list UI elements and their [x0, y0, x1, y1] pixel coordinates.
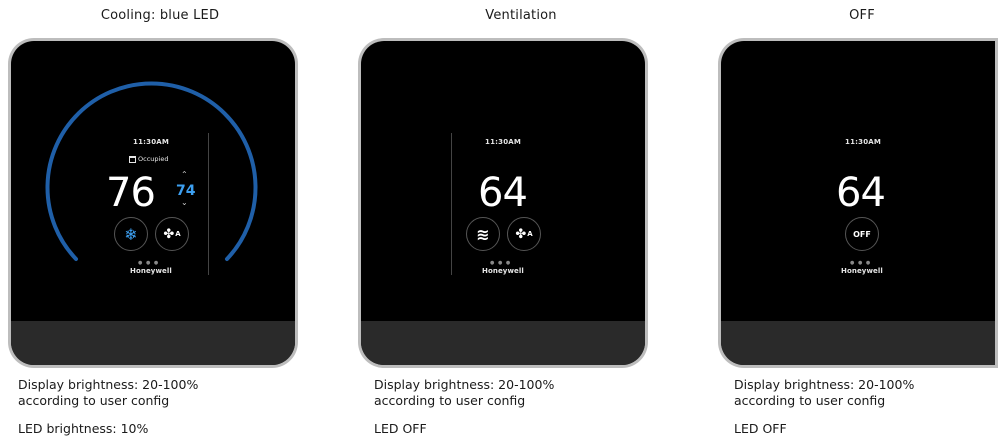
screen-divider — [451, 133, 452, 275]
thermostat-screen: 11:30AM Occupied 76 ⌃ 74 ⌄ ❄ ✤ A ● ● ● Ho… — [11, 41, 295, 365]
ventilation-waves-icon: ≋ — [476, 224, 490, 244]
device-base — [11, 321, 295, 365]
caption-led-status: LED OFF — [734, 421, 787, 436]
setpoint-up-chevron-icon[interactable]: ⌃ — [181, 171, 188, 179]
device-base — [361, 321, 645, 365]
fan-auto-label: A — [527, 230, 533, 238]
building-icon — [129, 155, 136, 163]
page-dots: ● ● ● — [490, 260, 512, 266]
caption-off: Display brightness: 20-100% according to… — [734, 377, 914, 437]
fan-mode-button[interactable]: ✤ A — [507, 217, 541, 251]
caption-user-config: according to user config — [18, 393, 170, 408]
panel-title-off: OFF — [849, 8, 875, 23]
current-temperature: 76 — [106, 170, 156, 216]
current-temperature: 64 — [836, 170, 886, 216]
brand-logo: Honeywell — [130, 267, 172, 275]
snowflake-icon: ❄ — [124, 224, 138, 244]
thermostat-ventilation: 11:30AM 64 ≋ ✤ A ● ● ● Honeywell — [358, 38, 648, 368]
brand-logo: Honeywell — [482, 267, 524, 275]
clock-time: 11:30AM — [845, 138, 882, 146]
occupied-label: Occupied — [138, 155, 169, 163]
caption-display-brightness: Display brightness: 20-100% — [734, 377, 915, 392]
page-dots: ● ● ● — [850, 260, 872, 266]
current-temperature: 64 — [478, 170, 528, 216]
screen-divider — [208, 133, 209, 275]
caption-display-brightness: Display brightness: 20-100% — [374, 377, 555, 392]
caption-cooling: Display brightness: 20-100% according to… — [18, 377, 198, 437]
off-label: OFF — [853, 229, 871, 239]
setpoint-down-chevron-icon[interactable]: ⌄ — [181, 199, 188, 207]
page-dots: ● ● ● — [138, 260, 160, 266]
panel-title-cooling: Cooling: blue LED — [100, 8, 220, 23]
caption-led-status: LED OFF — [374, 421, 427, 436]
thermostat-off: 11:30AM 64 OFF ● ● ● Honeywell — [718, 38, 998, 368]
setpoint-value[interactable]: 74 — [176, 183, 195, 199]
thermostat-screen: 11:30AM 64 ≋ ✤ A ● ● ● Honeywell — [361, 41, 645, 365]
clock-time: 11:30AM — [133, 138, 170, 146]
caption-led-status: LED brightness: 10% — [18, 421, 149, 436]
occupancy-status: Occupied — [129, 155, 168, 163]
fan-icon: ✤ — [515, 226, 527, 242]
caption-ventilation: Display brightness: 20-100% according to… — [374, 377, 554, 437]
comparison-stage: Cooling: blue LED 11:30AM Occupied 76 ⌃ … — [0, 0, 998, 447]
caption-user-config: according to user config — [374, 393, 526, 408]
thermostat-screen: 11:30AM 64 OFF ● ● ● Honeywell — [721, 41, 995, 365]
caption-display-brightness: Display brightness: 20-100% — [18, 377, 199, 392]
brand-logo: Honeywell — [841, 267, 883, 275]
device-base — [721, 321, 995, 365]
cool-mode-button[interactable]: ❄ — [114, 217, 148, 251]
caption-user-config: according to user config — [734, 393, 886, 408]
panel-title-ventilation: Ventilation — [485, 8, 557, 23]
thermostat-cooling: 11:30AM Occupied 76 ⌃ 74 ⌄ ❄ ✤ A ● ● ● Ho… — [8, 38, 298, 368]
clock-time: 11:30AM — [485, 138, 522, 146]
fan-mode-button[interactable]: ✤ A — [155, 217, 189, 251]
fan-auto-label: A — [175, 230, 181, 238]
fan-icon: ✤ — [163, 226, 175, 242]
system-off-button[interactable]: OFF — [845, 217, 879, 251]
ventilation-mode-button[interactable]: ≋ — [466, 217, 500, 251]
